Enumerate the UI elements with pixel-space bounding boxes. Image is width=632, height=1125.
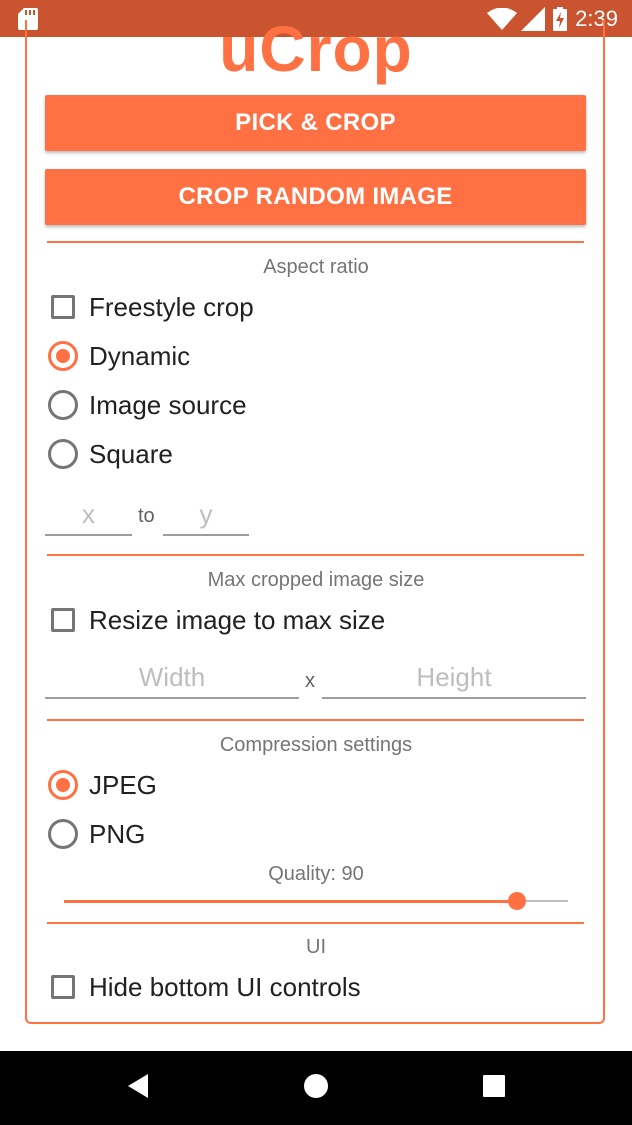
divider — [47, 719, 584, 721]
radio-selected-icon[interactable] — [48, 341, 78, 371]
resize-max-size-checkbox[interactable]: Resize image to max size — [48, 600, 385, 640]
ui-section-title: UI — [306, 936, 326, 958]
aspect-x-input[interactable]: x — [45, 496, 132, 536]
home-circle-icon — [303, 1073, 329, 1104]
compression-title: Compression settings — [219, 734, 413, 756]
radio-selected-icon[interactable] — [48, 770, 78, 800]
max-height-input[interactable]: Height — [322, 659, 586, 699]
square-radio[interactable]: Square — [48, 434, 173, 474]
checkbox-icon[interactable] — [51, 295, 75, 319]
recents-button[interactable] — [464, 1051, 524, 1125]
app-logo: uCrop — [219, 13, 413, 85]
max-width-input[interactable]: Width — [45, 659, 299, 699]
aspect-ratio-title: Aspect ratio — [263, 256, 369, 278]
freestyle-crop-label: Freestyle crop — [89, 291, 254, 322]
aspect-y-input[interactable]: y — [163, 496, 249, 536]
image-source-radio[interactable]: Image source — [48, 385, 247, 425]
divider — [47, 241, 584, 243]
back-triangle-icon — [126, 1073, 150, 1104]
resize-label: Resize image to max size — [89, 604, 386, 635]
back-button[interactable] — [108, 1051, 168, 1125]
home-button[interactable] — [286, 1051, 346, 1125]
pick-crop-button[interactable]: PICK & CROP — [45, 95, 586, 151]
recents-square-icon — [482, 1074, 506, 1103]
checkbox-icon[interactable] — [51, 975, 75, 999]
png-radio[interactable]: PNG — [48, 814, 145, 854]
radio-unselected-icon[interactable] — [48, 439, 78, 469]
jpeg-radio[interactable]: JPEG — [48, 765, 157, 805]
size-x-label: x — [305, 670, 315, 692]
aspect-to-label: to — [138, 505, 155, 527]
hide-controls-label: Hide bottom UI controls — [89, 971, 361, 1002]
radio-unselected-icon[interactable] — [48, 819, 78, 849]
image-source-label: Image source — [89, 389, 247, 420]
quality-slider-track-active[interactable] — [64, 900, 517, 903]
max-size-title: Max cropped image size — [207, 569, 425, 591]
checkbox-icon[interactable] — [51, 608, 75, 632]
png-label: PNG — [89, 818, 146, 849]
divider — [47, 922, 584, 924]
divider — [47, 554, 584, 556]
jpeg-label: JPEG — [89, 769, 157, 800]
hide-bottom-controls-checkbox[interactable]: Hide bottom UI controls — [48, 967, 361, 1007]
freestyle-crop-checkbox[interactable]: Freestyle crop — [48, 287, 254, 327]
radio-unselected-icon[interactable] — [48, 390, 78, 420]
dynamic-label: Dynamic — [89, 340, 191, 371]
crop-random-image-button[interactable]: CROP RANDOM IMAGE — [45, 169, 586, 225]
quality-label: Quality: 90 — [268, 863, 364, 885]
square-label: Square — [89, 438, 173, 469]
quality-slider-thumb[interactable] — [508, 892, 526, 910]
navigation-bar — [0, 1051, 632, 1125]
dynamic-radio[interactable]: Dynamic — [48, 336, 190, 376]
